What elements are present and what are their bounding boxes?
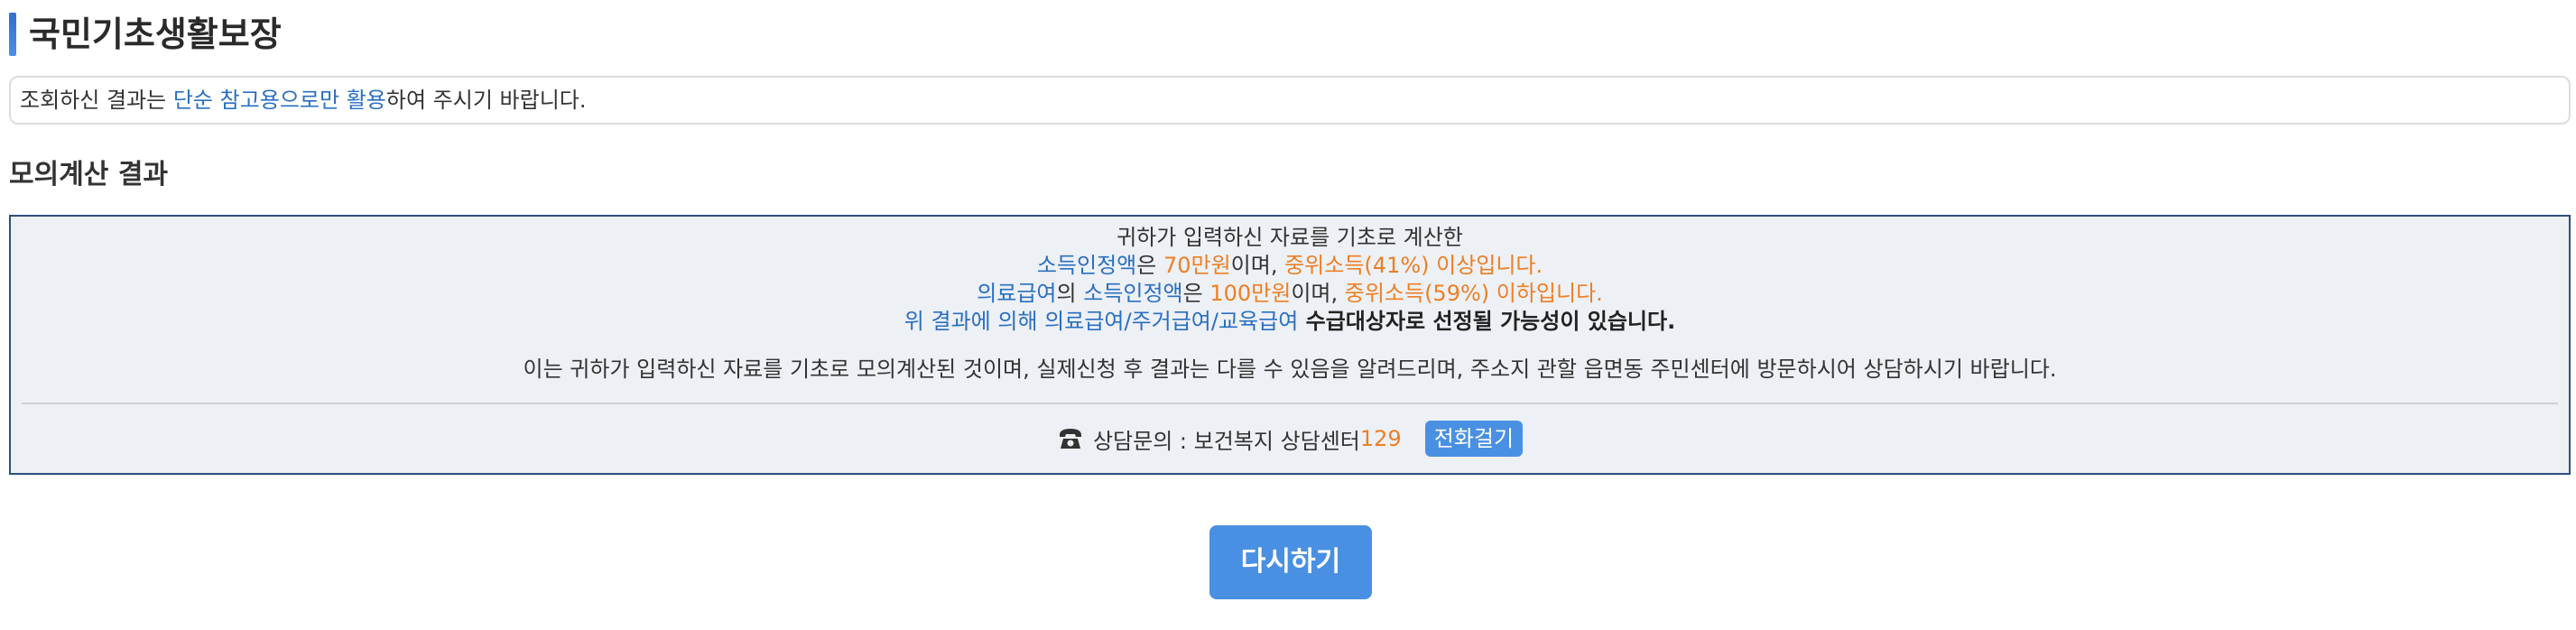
page-header: 국민기초생활보장 (9, 11, 282, 58)
result-box: 귀하가 입력하신 자료를 기초로 계산한 소득인정액은 70만원이며, 중위소득… (9, 215, 2571, 475)
contact-row: 상담문의 : 보건복지 상담센터 129 전화걸기 (11, 421, 2569, 457)
result-disclaimer: 이는 귀하가 입력하신 자료를 기초로 모의계산된 것이며, 실제신청 후 결과… (523, 357, 2057, 382)
notice-box: 조회하신 결과는 단순 참고용으로만 활용하여 주시기 바랍니다. (9, 76, 2571, 125)
result-summary: 귀하가 입력하신 자료를 기초로 계산한 소득인정액은 70만원이며, 중위소득… (11, 224, 2569, 336)
eligible-benefits: 위 결과에 의해 의료급여/주거급여/교육급여 (903, 309, 1299, 334)
medical-particle1: 의 (1056, 281, 1084, 306)
medical-amount: 100만원 (1209, 281, 1292, 306)
divider (22, 403, 2558, 404)
contact-number: 129 (1359, 426, 1402, 451)
income-label: 소득인정액 (1036, 253, 1137, 278)
income-status: 중위소득(41%) 이상입니다. (1284, 253, 1543, 278)
medical-income-label: 소득인정액 (1083, 281, 1183, 306)
retry-button[interactable]: 다시하기 (1209, 525, 1372, 599)
page-title: 국민기초생활보장 (29, 14, 282, 54)
medical-mid: 이며, (1291, 281, 1345, 306)
result-line-medical: 의료급여의 소득인정액은 100만원이며, 중위소득(59%) 이하입니다. (11, 280, 2569, 308)
income-particle: 은 (1136, 253, 1163, 278)
eligibility-conclusion: 수급대상자로 선정될 가능성이 있습니다. (1298, 309, 1676, 334)
medical-particle2: 은 (1182, 281, 1210, 306)
medical-status: 중위소득(59%) 이하입니다. (1344, 281, 1603, 306)
contact-label: 상담문의 : 보건복지 상담센터 (1092, 428, 1360, 454)
section-heading: 모의계산 결과 (9, 159, 169, 190)
notice-highlight: 단순 참고용으로만 활용 (172, 88, 386, 113)
result-line-income: 소득인정액은 70만원이며, 중위소득(41%) 이상입니다. (11, 252, 2569, 280)
income-amount: 70만원 (1163, 253, 1231, 278)
telephone-icon (1057, 425, 1084, 452)
result-line-conclusion: 위 결과에 의해 의료급여/주거급여/교육급여 수급대상자로 선정될 가능성이 … (11, 308, 2569, 336)
notice-suffix: 하여 주시기 바랍니다. (385, 88, 587, 113)
medical-benefit-label: 의료급여 (977, 281, 1057, 306)
title-accent-bar (9, 13, 16, 56)
notice-prefix: 조회하신 결과는 (20, 88, 173, 113)
result-line-intro: 귀하가 입력하신 자료를 기초로 계산한 (1117, 225, 1463, 250)
income-mid: 이며, (1230, 253, 1285, 278)
call-button[interactable]: 전화걸기 (1424, 421, 1524, 457)
